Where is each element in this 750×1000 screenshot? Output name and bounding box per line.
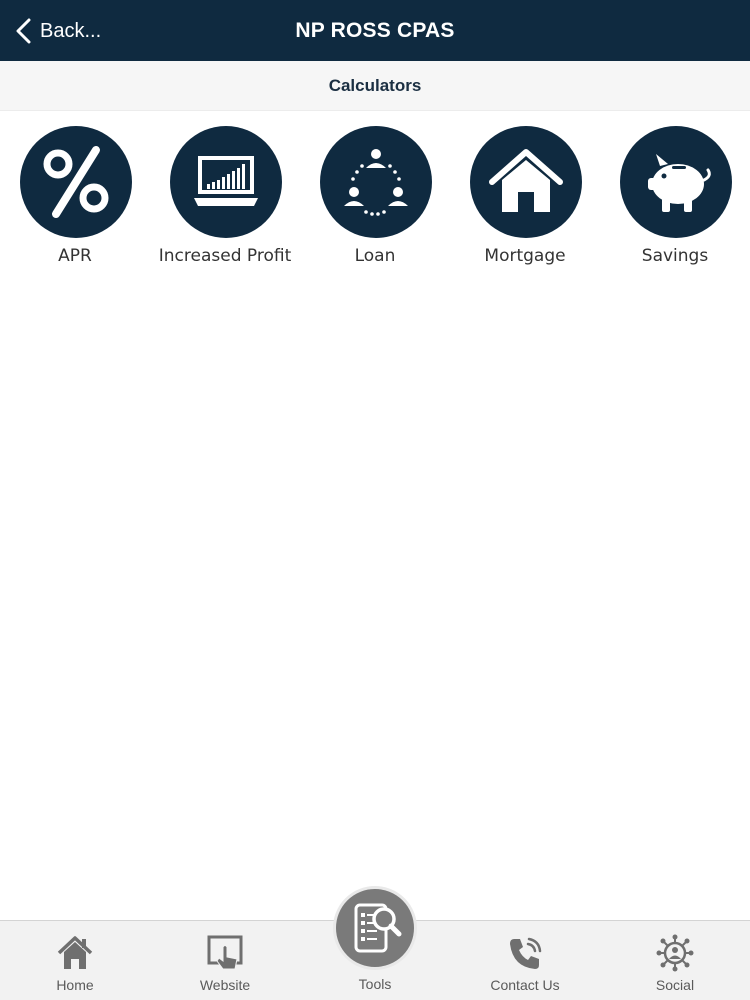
tab-tools[interactable] — [333, 886, 417, 970]
tab-label: Social — [655, 977, 695, 993]
calculator-label: APR — [58, 246, 92, 266]
tab-label-tools: Tools — [358, 976, 392, 992]
phone-icon — [505, 933, 545, 973]
calculators-grid: APR Increased Profit Loan Mortgage Savin… — [0, 124, 750, 284]
back-label: Back... — [40, 19, 102, 42]
tab-contact-us[interactable]: Contact Us — [450, 921, 600, 1000]
section-header: Calculators — [0, 61, 750, 111]
tab-label: Website — [199, 977, 251, 993]
tab-website[interactable]: Website — [150, 921, 300, 1000]
laptop-chart-icon — [194, 156, 258, 206]
calculator-apr[interactable]: APR — [0, 124, 150, 274]
tools-search-icon — [354, 903, 402, 953]
calculator-savings[interactable]: Savings — [600, 124, 750, 274]
tab-social[interactable]: Social — [600, 921, 750, 1000]
calculator-label: Loan — [354, 246, 396, 266]
calculator-increased-profit[interactable]: Increased Profit — [150, 124, 300, 274]
navigation-bar: Back... NP ROSS CPAS — [0, 0, 750, 61]
social-network-icon — [655, 933, 695, 973]
section-title: Calculators — [328, 76, 422, 95]
calculator-mortgage[interactable]: Mortgage — [450, 124, 600, 274]
calculator-icon-circle — [620, 126, 732, 238]
piggy-bank-icon — [648, 154, 711, 212]
back-button[interactable]: Back... — [14, 14, 101, 48]
house-icon — [489, 149, 563, 212]
tab-home[interactable]: Home — [0, 921, 150, 1000]
calculator-icon-circle — [320, 126, 432, 238]
app-title: NP ROSS CPAS — [295, 19, 455, 42]
tab-label: Contact Us — [490, 977, 560, 993]
calculator-icon-circle — [20, 126, 132, 238]
website-touch-icon — [205, 933, 245, 973]
tab-label: Home — [56, 977, 94, 993]
people-network-icon — [344, 149, 408, 216]
calculator-loan[interactable]: Loan — [300, 124, 450, 274]
calculator-label: Increased Profit — [158, 246, 292, 266]
percent-icon — [43, 146, 109, 218]
calculator-icon-circle — [170, 126, 282, 238]
calculator-label: Savings — [641, 246, 709, 266]
calculator-icon-circle — [470, 126, 582, 238]
home-icon — [55, 933, 95, 973]
calculator-label: Mortgage — [484, 246, 566, 266]
chevron-left-icon — [16, 18, 31, 44]
